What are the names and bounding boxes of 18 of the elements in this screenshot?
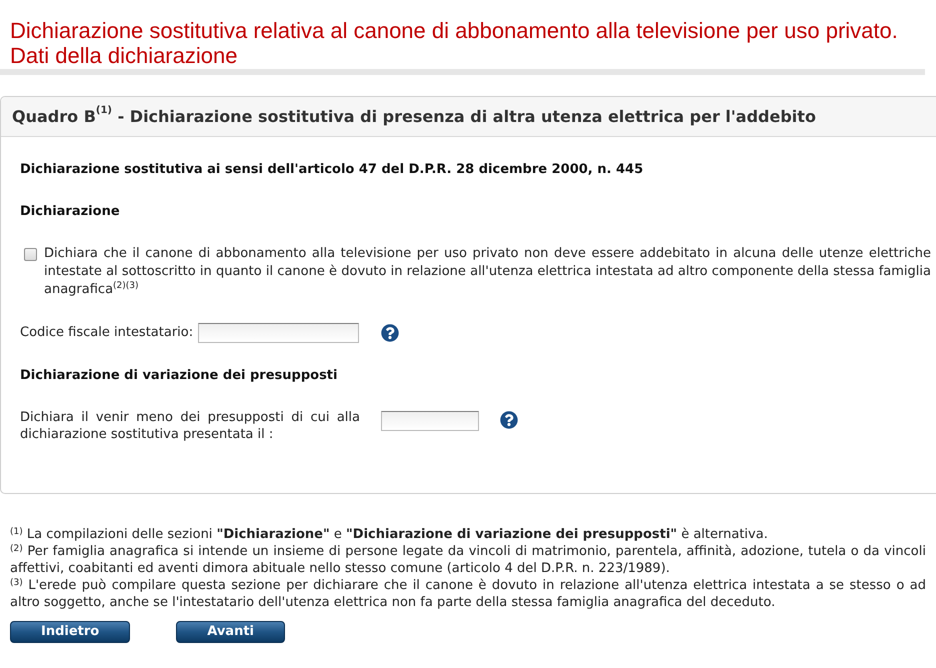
text-input-field[interactable] bbox=[381, 411, 479, 431]
page-title: Dichiarazione sostitutiva relativa al canone di abbonamento alla televisione per uso privato. Dati della dichiarazione bbox=[9, 17, 899, 68]
nav-button[interactable]: Avanti bbox=[176, 621, 286, 643]
declaration-text: Dichiara che il canone di abbonamento alla televisione per uso privato non deve essere addebitato in alcuna delle utenze elettriche intestate al sottoscritto in quanto il canone è dovuto in relazione all'utenza elettrica intestata ad altro componente della stessa famiglia anagrafica$^{(2)(3)}$ bbox=[44, 245, 931, 299]
field-label: Codice fiscale intestatario: bbox=[20, 324, 194, 342]
help-icon[interactable] bbox=[500, 411, 518, 429]
field-label: Dichiara il venir meno dei presupposti di cui alla dichiarazione sostitutiva presentata il : bbox=[20, 409, 360, 443]
footnote: $^{(1)}$ La compilazioni delle sezioni "Dichiarazione" e "Dichiarazione di variazione dei presupposti" è alternativa. bbox=[10, 526, 769, 543]
panel-title: Quadro B$^{(1)}$ - Dichiarazione sostitutiva di presenza di altra utenza elettrica per l'addebito bbox=[12, 106, 816, 126]
section-heading: Dichiarazione sostitutiva ai sensi dell'articolo 47 del D.P.R. 28 dicembre 2000, n. 445 bbox=[20, 161, 644, 179]
section-heading: Dichiarazione di variazione dei presupposti bbox=[20, 367, 338, 385]
nav-button[interactable]: Indietro bbox=[10, 621, 130, 643]
text-input-field[interactable] bbox=[198, 323, 360, 343]
declaration-checkbox[interactable] bbox=[24, 248, 37, 261]
footnote: $^{(2)}$ Per famiglia anagrafica si intende un insieme di persone legate da vincoli di matrimonio, parentela, affinità, adozione, tutela o da vincoli affettivi, coabitanti ed aventi dimora abituale nello stesso comune (articolo 4 del D.P.R. n. 223/1989). bbox=[10, 543, 926, 577]
footnote: $^{(3)}$ L'erede può compilare questa sezione per dichiarare che il canone è dovuto in relazione all'utenza elettrica intestata a se stesso o ad altro soggetto, anche se l'intestatario dell'utenza elettrica non fa parte della stessa famiglia anagrafica del deceduto. bbox=[10, 577, 926, 611]
help-icon[interactable] bbox=[381, 324, 400, 342]
section-heading: Dichiarazione bbox=[20, 203, 121, 221]
